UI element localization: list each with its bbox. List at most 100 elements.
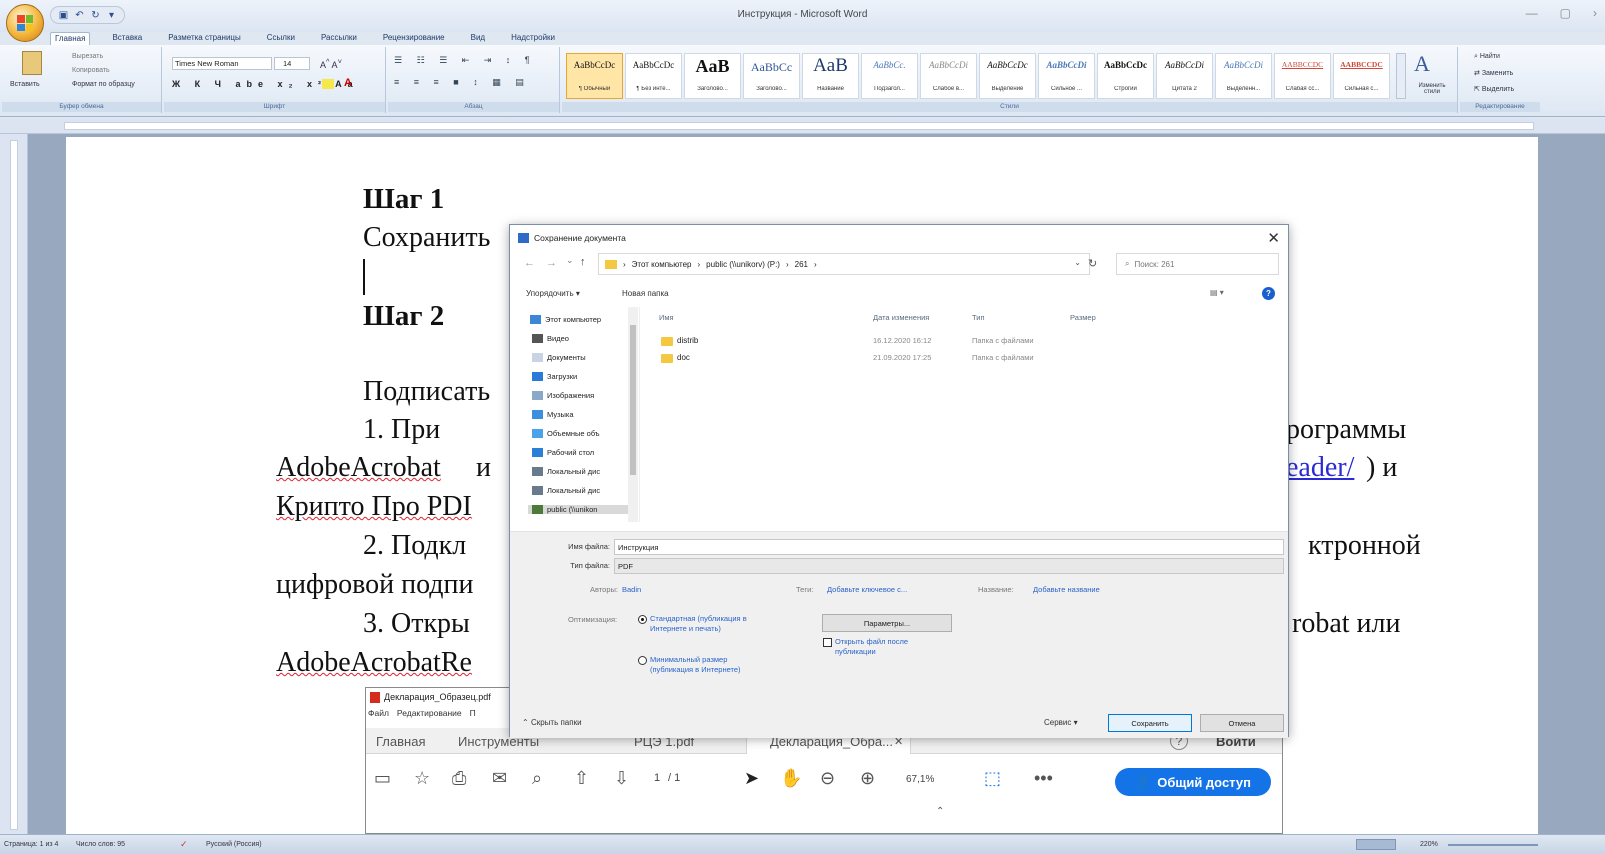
zoom-level[interactable]: 67,1% bbox=[906, 774, 934, 785]
style-heading1[interactable]: AaB Заголово... bbox=[684, 53, 741, 99]
print-icon[interactable]: ⎙ bbox=[452, 768, 466, 789]
breadcrumb-261[interactable]: 261 bbox=[795, 260, 808, 269]
refresh-icon[interactable]: ↻ bbox=[1088, 257, 1097, 270]
nav-downloads[interactable]: Загрузки bbox=[532, 372, 636, 381]
style-emphasis[interactable]: AaBbCcDc Выделение bbox=[979, 53, 1036, 99]
up-icon[interactable]: ↑ bbox=[580, 256, 586, 268]
address-bar[interactable]: › Этот компьютер › public (\\unikorv) (P… bbox=[598, 253, 1090, 275]
name-value[interactable]: Добавьте название bbox=[1033, 585, 1100, 594]
radio-standard[interactable] bbox=[638, 615, 647, 624]
restore-icon[interactable]: ▢ bbox=[1560, 6, 1571, 20]
style-normal[interactable]: AaBbCcDc ¶ Обычный bbox=[566, 53, 623, 99]
zoom-slider[interactable] bbox=[1448, 844, 1538, 846]
zoom-in-icon[interactable]: ⊕ bbox=[860, 768, 875, 789]
nav-music[interactable]: Музыка bbox=[532, 410, 636, 419]
filename-input[interactable]: Инструкция bbox=[614, 539, 1284, 555]
zoom-search-icon[interactable]: ⌕ bbox=[532, 768, 542, 789]
find-button[interactable]: ⌕ Найти bbox=[1474, 53, 1500, 61]
cancel-button[interactable]: Отмена bbox=[1200, 714, 1284, 732]
select-cursor-icon[interactable]: ➤ bbox=[744, 768, 759, 789]
style-intense-reference[interactable]: AABBCCDC Сильная с... bbox=[1333, 53, 1390, 99]
horizontal-ruler[interactable] bbox=[0, 118, 1605, 134]
organize-button[interactable]: Упорядочить ▾ bbox=[526, 289, 580, 298]
forward-icon[interactable]: → bbox=[546, 257, 557, 269]
page-number[interactable]: 1 bbox=[654, 772, 660, 784]
change-styles-icon[interactable]: A bbox=[1414, 51, 1430, 77]
parameters-button[interactable]: Параметры... bbox=[822, 614, 952, 632]
zoom-level-status[interactable]: 220% bbox=[1420, 841, 1438, 848]
col-date[interactable]: Дата изменения bbox=[873, 313, 929, 322]
copy-button[interactable]: Копировать bbox=[72, 67, 110, 74]
style-intense-quote[interactable]: AaBbCcDi Выделенн... bbox=[1215, 53, 1272, 99]
style-heading2[interactable]: AaBbCc Заголово... bbox=[743, 53, 800, 99]
nav-3d-objects[interactable]: Объемные объ bbox=[532, 429, 636, 438]
vertical-ruler[interactable] bbox=[0, 134, 28, 834]
nav-this-pc[interactable]: Этот компьютер bbox=[530, 315, 634, 324]
style-strong[interactable]: AaBbCcDc Строгий bbox=[1097, 53, 1154, 99]
save-button[interactable]: Сохранить bbox=[1108, 714, 1192, 732]
grow-font-icon[interactable]: A^ A˅ bbox=[320, 57, 342, 70]
fit-page-icon[interactable]: ⬚ bbox=[984, 768, 1001, 789]
tab-insert[interactable]: Вставка bbox=[108, 32, 146, 46]
breadcrumb-computer[interactable]: Этот компьютер bbox=[632, 260, 692, 269]
list-icons[interactable]: ☰ ☷ ☰ ⇤ ⇥ ↕ ¶ bbox=[394, 55, 536, 66]
font-color-icon[interactable]: A bbox=[344, 77, 352, 89]
nav-video[interactable]: Видео bbox=[532, 334, 636, 343]
col-type[interactable]: Тип bbox=[972, 313, 985, 322]
proofing-icon[interactable]: ✓ bbox=[180, 839, 188, 850]
nav-local-disk-1[interactable]: Локальный дис bbox=[532, 467, 636, 476]
menu-edit[interactable]: Редактирование bbox=[397, 708, 462, 722]
nav-pictures[interactable]: Изображения bbox=[532, 391, 636, 400]
style-no-spacing[interactable]: AaBbCcDc ¶ Без инте... bbox=[625, 53, 682, 99]
highlight-icon[interactable] bbox=[322, 79, 334, 89]
align-icons[interactable]: ≡ ≡ ≡ ■ ↕ ▦ ▤ bbox=[394, 77, 530, 88]
more-icon[interactable]: ••• bbox=[1034, 768, 1053, 789]
menu-partial[interactable]: П bbox=[470, 708, 476, 722]
help-icon[interactable]: ? bbox=[1262, 287, 1275, 300]
select-button[interactable]: ⇱ Выделить bbox=[1474, 85, 1514, 93]
page-down-icon[interactable]: ⇩ bbox=[614, 768, 629, 789]
font-name-select[interactable]: Times New Roman bbox=[172, 57, 272, 70]
tab-page-layout[interactable]: Разметка страницы bbox=[164, 32, 245, 46]
language-status[interactable]: Русский (Россия) bbox=[206, 841, 262, 848]
style-subtle-reference[interactable]: AABBCCDC Слабая сс... bbox=[1274, 53, 1331, 99]
hide-folders-button[interactable]: ⌃ Скрыть папки bbox=[522, 718, 582, 727]
dialog-close-icon[interactable]: ✕ bbox=[1267, 229, 1280, 247]
col-size[interactable]: Размер bbox=[1070, 313, 1096, 322]
file-row[interactable]: distrib 16.12.2020 16:12 Папка с файлами bbox=[645, 335, 1265, 349]
address-dropdown-icon[interactable]: ⌄ bbox=[1074, 258, 1081, 267]
tab-home[interactable]: Главная bbox=[50, 32, 91, 46]
style-title[interactable]: AaB Название bbox=[802, 53, 859, 99]
style-quote2[interactable]: AaBbCcDi Цитата 2 bbox=[1156, 53, 1213, 99]
acro-tab-home[interactable]: Главная bbox=[376, 734, 425, 749]
page-count-status[interactable]: Страница: 1 из 4 bbox=[4, 841, 58, 848]
word-count-status[interactable]: Число слов: 95 bbox=[76, 841, 125, 848]
opt-min-label[interactable]: Минимальный размер (публикация в Интерне… bbox=[650, 655, 750, 675]
nav-public-drive[interactable]: public (\\unikon bbox=[528, 505, 632, 514]
opt-standard-label[interactable]: Стандартная (публикация в Интернете и пе… bbox=[650, 614, 760, 634]
hand-icon[interactable]: ✋ bbox=[780, 768, 802, 789]
zoom-out-icon[interactable]: ⊖ bbox=[820, 768, 835, 789]
tab-mailings[interactable]: Рассылки bbox=[317, 32, 361, 46]
nav-documents[interactable]: Документы bbox=[532, 353, 636, 362]
style-subtle-emphasis[interactable]: AaBbCcDi Слабое в... bbox=[920, 53, 977, 99]
paste-button[interactable]: Вставить bbox=[10, 81, 40, 88]
menu-file[interactable]: Файл bbox=[368, 708, 389, 722]
bookmark-star-icon[interactable]: ☆ bbox=[414, 768, 430, 789]
tab-references[interactable]: Ссылки bbox=[263, 32, 299, 46]
minimize-icon[interactable]: — bbox=[1526, 6, 1538, 20]
styles-scroll[interactable] bbox=[1396, 53, 1406, 99]
nav-desktop[interactable]: Рабочий стол bbox=[532, 448, 636, 457]
nav-scrollbar[interactable] bbox=[628, 307, 638, 522]
paste-icon[interactable] bbox=[22, 51, 42, 75]
tab-view[interactable]: Вид bbox=[467, 32, 489, 46]
share-button[interactable]: 👤 Общий доступ bbox=[1115, 768, 1271, 796]
change-styles-button[interactable]: Изменить стили bbox=[1410, 83, 1454, 95]
close-icon[interactable]: › bbox=[1593, 6, 1597, 20]
new-folder-button[interactable]: Новая папка bbox=[622, 289, 669, 298]
reader-link[interactable]: eader/ bbox=[1286, 452, 1354, 484]
col-name[interactable]: Имя bbox=[659, 313, 674, 322]
recent-icon[interactable]: ⌄ bbox=[566, 255, 574, 266]
view-options-icon[interactable]: ▤ ▾ bbox=[1210, 288, 1224, 297]
tab-review[interactable]: Рецензирование bbox=[379, 32, 449, 46]
